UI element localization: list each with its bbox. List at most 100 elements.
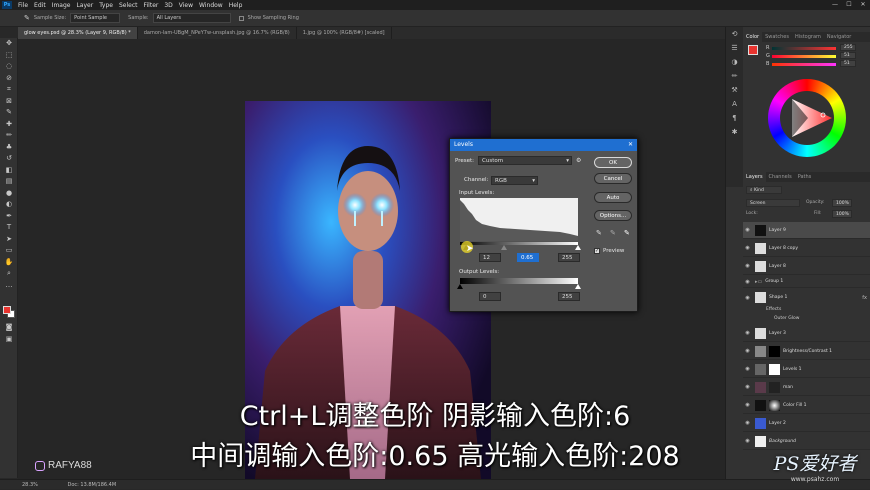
gray-eyedropper-icon[interactable]: ✎ xyxy=(610,229,616,237)
options-button[interactable]: Options... xyxy=(594,210,632,221)
blur-tool-icon[interactable]: ● xyxy=(0,188,18,200)
sample-select[interactable]: All Layers xyxy=(152,13,231,23)
close-icon[interactable]: ✕ xyxy=(628,139,633,151)
type-tool-icon[interactable]: T xyxy=(0,222,18,234)
zoom-tool-icon[interactable]: ⌕ xyxy=(0,268,18,280)
levels-titlebar[interactable]: Levels ✕ xyxy=(450,139,637,151)
foreground-color-swatch[interactable] xyxy=(748,45,758,55)
zoom-level[interactable]: 28.3% xyxy=(22,482,38,488)
menu-edit[interactable]: Edit xyxy=(31,2,49,9)
eye-icon[interactable]: ◉ xyxy=(743,227,752,233)
menu-filter[interactable]: Filter xyxy=(141,2,162,9)
quick-select-tool-icon[interactable]: ⊘ xyxy=(0,73,18,85)
input-white-slider[interactable] xyxy=(575,245,581,250)
layer-row[interactable]: ◉ Layer 3 xyxy=(743,325,870,342)
fx-icon[interactable]: fx xyxy=(862,295,867,301)
layer-row[interactable]: ◉ Layer 8 xyxy=(743,258,870,275)
eye-icon[interactable]: ◉ xyxy=(743,263,752,269)
dodge-tool-icon[interactable]: ◐ xyxy=(0,199,18,211)
eye-icon[interactable]: ◉ xyxy=(743,279,752,285)
move-tool-icon[interactable]: ✥ xyxy=(0,38,18,50)
tab-color[interactable]: Color xyxy=(743,32,763,42)
adjustments-icon[interactable]: ◑ xyxy=(726,55,743,69)
layer-row[interactable]: ◉ Shape 1 fx xyxy=(743,289,870,306)
eyedropper-tool-icon[interactable]: ✎ xyxy=(24,14,30,22)
history-brush-icon[interactable]: ↺ xyxy=(0,153,18,165)
b-slider[interactable] xyxy=(772,63,836,66)
b-value-field[interactable]: 51 xyxy=(840,60,856,67)
eyedropper-icon[interactable]: ✎ xyxy=(0,107,18,119)
paragraph-icon[interactable]: ¶ xyxy=(726,111,743,125)
layer-row[interactable]: ◉ man xyxy=(743,379,870,396)
tab-histogram[interactable]: Histogram xyxy=(792,32,824,42)
gear-icon[interactable]: ⚙ xyxy=(576,157,581,164)
layer-row[interactable]: ◉ Layer 8 copy xyxy=(743,240,870,257)
gradient-tool-icon[interactable]: ▤ xyxy=(0,176,18,188)
white-eyedropper-icon[interactable]: ✎ xyxy=(624,229,630,237)
screen-mode-icon[interactable]: ▣ xyxy=(0,334,18,346)
menu-3d[interactable]: 3D xyxy=(161,2,175,9)
menu-help[interactable]: Help xyxy=(226,2,246,9)
history-icon[interactable]: ⟲ xyxy=(726,27,743,41)
eye-icon[interactable]: ◉ xyxy=(743,384,752,390)
glyphs-icon[interactable]: ✱ xyxy=(726,125,743,139)
g-value-field[interactable]: 51 xyxy=(840,52,856,59)
g-slider[interactable] xyxy=(772,55,836,58)
tab-1jpg[interactable]: 1.jpg @ 100% (RGB/8#) [scaled] xyxy=(297,27,392,39)
black-eyedropper-icon[interactable]: ✎ xyxy=(596,229,602,237)
lasso-tool-icon[interactable]: ◌ xyxy=(0,61,18,73)
eraser-tool-icon[interactable]: ◧ xyxy=(0,165,18,177)
path-select-icon[interactable]: ➤ xyxy=(0,234,18,246)
menu-type[interactable]: Type xyxy=(96,2,116,9)
foreground-color-swatch[interactable] xyxy=(3,306,11,314)
tab-navigator[interactable]: Navigator xyxy=(824,32,854,42)
output-black-field[interactable]: 0 xyxy=(479,292,501,301)
character-icon[interactable]: A xyxy=(726,97,743,111)
menu-layer[interactable]: Layer xyxy=(73,2,96,9)
sample-size-select[interactable]: Point Sample xyxy=(70,13,121,23)
input-white-field[interactable]: 255 xyxy=(558,253,580,262)
crop-tool-icon[interactable]: ⌗ xyxy=(0,84,18,96)
close-icon[interactable]: ✕ xyxy=(856,0,870,10)
hand-tool-icon[interactable]: ✋ xyxy=(0,257,18,269)
more-tools-icon[interactable]: … xyxy=(0,280,18,292)
cancel-button[interactable]: Cancel xyxy=(594,173,632,184)
output-white-slider[interactable] xyxy=(575,284,581,289)
eye-icon[interactable]: ◉ xyxy=(743,366,752,372)
menu-file[interactable]: File xyxy=(15,2,31,9)
frame-tool-icon[interactable]: ⊠ xyxy=(0,96,18,108)
preview-checkbox[interactable]: ✓ xyxy=(594,248,600,254)
tool-presets-icon[interactable]: ⚒ xyxy=(726,83,743,97)
fill-field[interactable]: 100% xyxy=(832,210,852,218)
tab-paths[interactable]: Paths xyxy=(795,172,815,182)
pen-tool-icon[interactable]: ✒ xyxy=(0,211,18,223)
eye-icon[interactable]: ◉ xyxy=(743,245,752,251)
ok-button[interactable]: OK xyxy=(594,157,632,168)
layer-row[interactable]: ◉ Brightness/Contrast 1 xyxy=(743,343,870,360)
show-ring-checkbox[interactable] xyxy=(238,15,244,21)
r-slider[interactable] xyxy=(772,47,836,50)
healing-brush-icon[interactable]: ✚ xyxy=(0,119,18,131)
maximize-icon[interactable]: ☐ xyxy=(842,0,856,10)
layer-row[interactable]: ◉ Levels 1 xyxy=(743,361,870,378)
menu-select[interactable]: Select xyxy=(116,2,141,9)
opacity-field[interactable]: 100% xyxy=(832,199,852,207)
properties-icon[interactable]: ☰ xyxy=(726,41,743,55)
r-value-field[interactable]: 255 xyxy=(840,44,856,51)
color-triangle[interactable] xyxy=(768,79,846,157)
input-gray-slider[interactable] xyxy=(501,245,508,250)
layer-row[interactable]: ◉ Layer 9 xyxy=(743,222,870,239)
menu-window[interactable]: Window xyxy=(196,2,226,9)
output-black-slider[interactable] xyxy=(457,284,463,289)
input-gray-field[interactable]: 0.65 xyxy=(517,253,539,262)
auto-button[interactable]: Auto xyxy=(594,192,632,203)
input-slider-track[interactable] xyxy=(460,245,581,251)
color-wheel[interactable] xyxy=(768,79,846,157)
brush-settings-icon[interactable]: ✏ xyxy=(726,69,743,83)
input-black-field[interactable]: 12 xyxy=(479,253,501,262)
brush-tool-icon[interactable]: ✏ xyxy=(0,130,18,142)
shape-tool-icon[interactable]: ▭ xyxy=(0,245,18,257)
tab-layers[interactable]: Layers xyxy=(743,172,766,182)
quick-mask-icon[interactable]: ◙ xyxy=(0,322,18,334)
tab-swatches[interactable]: Swatches xyxy=(762,32,792,42)
